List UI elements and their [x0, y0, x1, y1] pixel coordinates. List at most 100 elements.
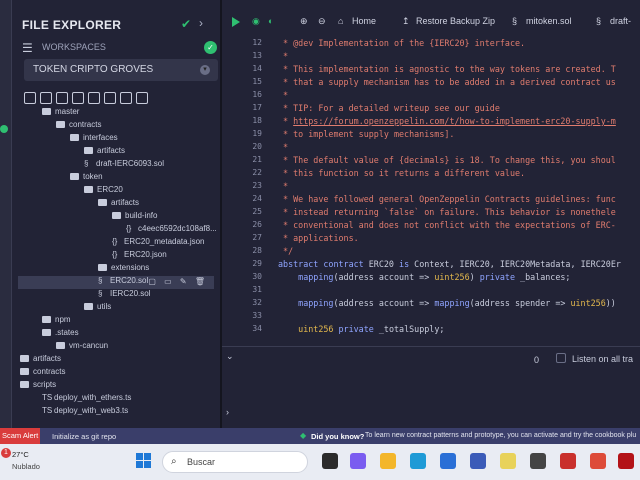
code-line[interactable]: mapping(address account => uint256) priv… — [278, 272, 570, 282]
task-view-icon[interactable] — [322, 453, 338, 469]
tree-item-json[interactable]: {} c4eec6592dc108af8... — [126, 224, 217, 237]
folder-icon — [84, 186, 93, 193]
code-line[interactable]: * The default value of {decimals} is 18.… — [278, 155, 616, 165]
tree-item-folder[interactable]: build-info — [112, 211, 157, 224]
code-line[interactable]: * — [278, 142, 288, 152]
weather-temperature[interactable]: 27°C — [12, 450, 29, 459]
tree-item-label: interfaces — [83, 133, 118, 142]
new-folder-icon[interactable] — [40, 92, 52, 104]
debug-icon[interactable]: ◉ — [252, 16, 260, 27]
code-line[interactable]: mapping(address account => mapping(addre… — [278, 298, 616, 308]
edge-browser-icon[interactable] — [410, 453, 426, 469]
tree-item-folder[interactable]: scripts — [20, 380, 56, 393]
code-token: )) — [605, 298, 616, 308]
code-line[interactable]: uint256 private _totalSupply; — [278, 324, 444, 334]
filezilla-icon[interactable] — [560, 453, 576, 469]
tree-item-json[interactable]: {} ERC20_metadata.json — [112, 237, 205, 250]
store-icon[interactable] — [440, 453, 456, 469]
tree-item-folder[interactable]: token — [70, 172, 103, 185]
tree-item-sol[interactable]: § ERC20.sol ▢ ▭ ✎ 🗑 — [18, 276, 214, 289]
tree-item-folder[interactable]: npm — [42, 315, 71, 328]
tab-mitoken[interactable]: mitoken.sol — [526, 16, 572, 26]
tab-restore-backup[interactable]: Restore Backup Zip — [416, 16, 495, 26]
tree-item-sol[interactable]: § draft-IERC6093.sol — [84, 159, 164, 172]
tree-item-folder[interactable]: extensions — [98, 263, 149, 276]
code-line[interactable]: * — [278, 181, 288, 191]
code-token: Context, IERC20, IERC20Metadata, IERC20E… — [414, 259, 621, 269]
taskbar-search-input[interactable]: ⌕ Buscar — [162, 451, 308, 473]
recording-app-icon[interactable] — [618, 453, 634, 469]
scam-alert-button[interactable]: Scam Alert — [0, 428, 40, 444]
windows-start-icon[interactable] — [136, 453, 152, 469]
tree-item-folder[interactable]: contracts — [20, 367, 65, 380]
code-line[interactable]: * this function so it returns a differen… — [278, 168, 525, 178]
folder-icon — [84, 303, 93, 310]
solidity-file-icon: § — [98, 289, 103, 298]
compile-play-icon[interactable] — [232, 17, 240, 27]
code-line[interactable]: * We have followed general OpenZeppelin … — [278, 194, 616, 204]
code-line[interactable]: * to implement supply mechanisms]. — [278, 129, 454, 139]
tree-item-folder[interactable]: ERC20 — [84, 185, 123, 198]
code-line[interactable]: * applications. — [278, 233, 359, 243]
folder-icon — [98, 264, 107, 271]
hamburger-menu-icon[interactable]: ☰ — [22, 41, 33, 55]
collapse-chevron-icon[interactable]: ⌄ — [226, 351, 234, 362]
tree-item-folder[interactable]: artifacts — [84, 146, 125, 159]
tree-item-folder[interactable]: .states — [42, 328, 79, 341]
tree-item-sol[interactable]: § IERC20.sol — [98, 289, 150, 302]
upload-icon[interactable] — [56, 92, 68, 104]
code-line[interactable]: * This implementation is agnostic to the… — [278, 64, 616, 74]
tree-item-ts[interactable]: TS deploy_with_web3.ts — [42, 406, 128, 419]
tree-item-folder[interactable]: master — [42, 107, 79, 120]
zoom-out-icon[interactable]: ⊖ — [318, 16, 326, 27]
toggle-icon[interactable]: ◐ — [268, 16, 273, 26]
python-app-icon[interactable] — [500, 453, 516, 469]
tree-item-ts[interactable]: TS deploy_with_ethers.ts — [42, 393, 131, 406]
zoom-in-icon[interactable]: ⊕ — [300, 16, 308, 27]
code-line[interactable]: * TIP: For a detailed writeup see our gu… — [278, 103, 500, 113]
code-line[interactable]: * instead returning `false` on failure. … — [278, 207, 616, 217]
code-line[interactable]: */ — [278, 246, 293, 256]
tree-item-folder[interactable]: artifacts — [20, 354, 61, 367]
chevron-right-icon[interactable]: › — [199, 16, 203, 30]
tree-item-folder[interactable]: interfaces — [70, 133, 118, 146]
terminal-app-icon[interactable] — [530, 453, 546, 469]
link-icon[interactable] — [120, 92, 132, 104]
file-explorer-app-icon[interactable] — [380, 453, 396, 469]
code-line[interactable]: * https://forum.openzeppelin.com/t/how-t… — [278, 116, 616, 126]
code-line[interactable]: * that a supply mechanism has to be adde… — [278, 77, 616, 87]
chrome-icon[interactable] — [590, 453, 606, 469]
box-icon[interactable] — [104, 92, 116, 104]
tree-item-folder[interactable]: artifacts — [98, 198, 139, 211]
code-token: (address account => — [333, 298, 435, 308]
tab-draft[interactable]: draft- — [610, 16, 631, 26]
tree-item-folder[interactable]: utils — [84, 302, 111, 315]
code-line[interactable]: * — [278, 90, 288, 100]
code-line[interactable]: * — [278, 51, 288, 61]
typescript-file-icon: TS — [42, 393, 53, 402]
code-token: * this function so it returns a differen… — [278, 168, 526, 178]
upload-folder-icon[interactable] — [72, 92, 84, 104]
new-file-icon[interactable] — [24, 92, 36, 104]
git-init-link[interactable]: Initialize as git repo — [52, 432, 116, 441]
git-icon[interactable] — [136, 92, 148, 104]
code-line[interactable]: * @dev Implementation of the {IERC20} in… — [278, 38, 525, 48]
tree-item-json[interactable]: {} ERC20.json — [112, 250, 167, 263]
tree-item-folder[interactable]: vm-cancun — [56, 341, 108, 354]
weather-description[interactable]: Nublado — [12, 462, 40, 471]
line-number: 17 — [252, 103, 262, 112]
listen-checkbox[interactable] — [556, 353, 566, 363]
word-app-icon[interactable] — [470, 453, 486, 469]
code-line[interactable]: abstract contract ERC20 is Context, IERC… — [278, 259, 621, 269]
tree-item-folder[interactable]: contracts — [56, 120, 101, 133]
code-token: _totalSupply; — [378, 324, 445, 334]
code-line[interactable]: * conventional and does not conflict wit… — [278, 220, 616, 230]
terminal-panel: ⌄ 0 Listen on all tra › — [222, 346, 640, 428]
folder-icon — [42, 316, 51, 323]
copilot-icon[interactable] — [350, 453, 366, 469]
tab-home[interactable]: Home — [352, 16, 376, 26]
file-actions-icons[interactable]: ▢ ▭ ✎ 🗑 — [148, 277, 208, 286]
code-token: mapping — [278, 272, 334, 282]
import-icon[interactable] — [88, 92, 100, 104]
workspace-select[interactable]: TOKEN CRIPTO GROVES ▾ — [24, 59, 218, 81]
